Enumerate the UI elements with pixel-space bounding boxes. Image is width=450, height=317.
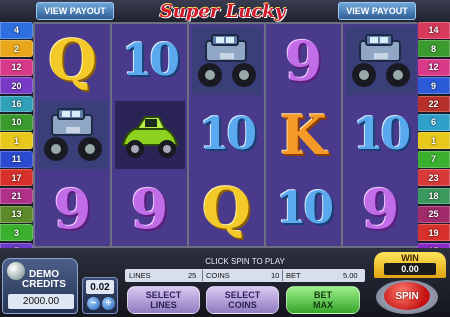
- reel-symbol: [343, 24, 418, 98]
- symbol-nine: 9: [284, 29, 323, 93]
- win-value: 0.00: [384, 263, 436, 275]
- reel-symbol: 10: [112, 24, 187, 98]
- payline-marker-right[interactable]: 25: [417, 205, 450, 223]
- payline-marker-right[interactable]: 14: [417, 22, 450, 39]
- payline-marker-left[interactable]: 13: [0, 205, 33, 223]
- monster-truck-icon: [191, 27, 262, 95]
- monster-truck-icon: [37, 101, 108, 169]
- payline-marker-left[interactable]: 17: [0, 169, 33, 187]
- reel-4: 9 K 10: [266, 24, 341, 246]
- payline-marker-left[interactable]: 16: [0, 95, 33, 113]
- payline-marker-left[interactable]: 2: [0, 40, 33, 58]
- denomination-decrease-button[interactable]: −: [87, 297, 100, 310]
- info-divider: [202, 270, 203, 281]
- payline-marker-right[interactable]: 12: [417, 58, 450, 76]
- lines-label: LINES: [129, 271, 151, 280]
- sports-car-icon: [114, 101, 185, 169]
- reel-1: Q9: [35, 24, 110, 246]
- bet-info-bar: LINES 25 COINS 10 BET 5.00: [125, 269, 365, 282]
- symbol-ten: 10: [121, 35, 180, 86]
- view-payout-button-left[interactable]: VIEW PAYOUT: [36, 2, 114, 20]
- payline-marker-left[interactable]: 21: [0, 187, 33, 205]
- reel-symbol: [189, 24, 264, 98]
- payline-marker-right[interactable]: 7: [417, 150, 450, 168]
- payline-marker-right[interactable]: 9: [417, 77, 450, 95]
- payline-marker-right[interactable]: 23: [417, 169, 450, 187]
- win-label: WIN: [401, 253, 419, 263]
- payline-marker-left[interactable]: 11: [0, 150, 33, 168]
- view-payout-button-right[interactable]: VIEW PAYOUT: [338, 2, 416, 20]
- symbol-ten: 10: [198, 109, 257, 160]
- payline-marker-right[interactable]: 8: [417, 40, 450, 58]
- bet-max-button[interactable]: BET MAX: [286, 286, 360, 314]
- reel-symbol: 9: [112, 172, 187, 246]
- reel-symbol: Q: [189, 172, 264, 246]
- payline-marker-right[interactable]: 19: [417, 224, 450, 242]
- payline-marker-left[interactable]: 12: [0, 58, 33, 76]
- symbol-ten: 10: [352, 109, 411, 160]
- symbol-nine: 9: [361, 177, 400, 241]
- payline-marker-right[interactable]: 22: [417, 95, 450, 113]
- select-coins-button[interactable]: SELECT COINS: [206, 286, 279, 314]
- bet-label: BET: [286, 271, 301, 280]
- denomination-increase-button[interactable]: +: [102, 297, 115, 310]
- reel-symbol: 9: [35, 172, 110, 246]
- symbol-q: Q: [202, 176, 251, 242]
- payline-marker-left[interactable]: 4: [0, 22, 33, 39]
- symbol-q: Q: [48, 28, 97, 94]
- reel-symbol: 10: [189, 98, 264, 172]
- payline-marker-left[interactable]: 1: [0, 132, 33, 150]
- reel-symbol: 10: [343, 98, 418, 172]
- spin-button[interactable]: SPIN: [384, 282, 430, 310]
- symbol-nine: 9: [130, 177, 169, 241]
- reel-2: 10 9: [112, 24, 187, 246]
- coins-label: COINS: [206, 271, 230, 280]
- payline-markers-left: 421220161011117211335: [0, 22, 33, 261]
- payline-marker-left[interactable]: 20: [0, 77, 33, 95]
- demo-credits-label: DEMO CREDITS: [22, 269, 66, 290]
- reel-symbol: 9: [266, 24, 341, 98]
- reel-symbol: [112, 98, 187, 172]
- reel-5: 10 9: [343, 24, 418, 246]
- reel-3: 10 Q: [189, 24, 264, 246]
- reel-symbol: [35, 98, 110, 172]
- game-logo: Super Lucky: [159, 0, 286, 22]
- lines-value: 25: [188, 271, 197, 280]
- info-divider: [282, 270, 283, 281]
- payline-marker-left[interactable]: 10: [0, 113, 33, 131]
- status-message: CLICK SPIN TO PLAY: [205, 256, 285, 266]
- select-lines-button[interactable]: SELECT LINES: [127, 286, 200, 314]
- payline-markers-right: 148129226172318251915: [417, 22, 450, 261]
- reel-symbol: K: [266, 98, 341, 172]
- reel-area: Q 9 10 9 10 Q 9 K 10 10 9: [33, 22, 418, 248]
- payline-marker-left[interactable]: 3: [0, 224, 33, 242]
- reel-symbol: 10: [266, 172, 341, 246]
- bet-value: 5.00: [343, 271, 358, 280]
- payline-marker-right[interactable]: 18: [417, 187, 450, 205]
- payline-marker-right[interactable]: 1: [417, 132, 450, 150]
- reel-symbol: Q: [35, 24, 110, 98]
- monster-truck-icon: [345, 27, 416, 95]
- credits-value: 2000.00: [8, 294, 74, 309]
- symbol-nine: 9: [53, 177, 92, 241]
- reel-symbol: 9: [343, 172, 418, 246]
- symbol-ten: 10: [275, 183, 334, 234]
- coins-value: 10: [271, 271, 280, 280]
- symbol-k: K: [280, 103, 327, 167]
- payline-marker-right[interactable]: 6: [417, 113, 450, 131]
- denomination-value: 0.02: [86, 280, 114, 294]
